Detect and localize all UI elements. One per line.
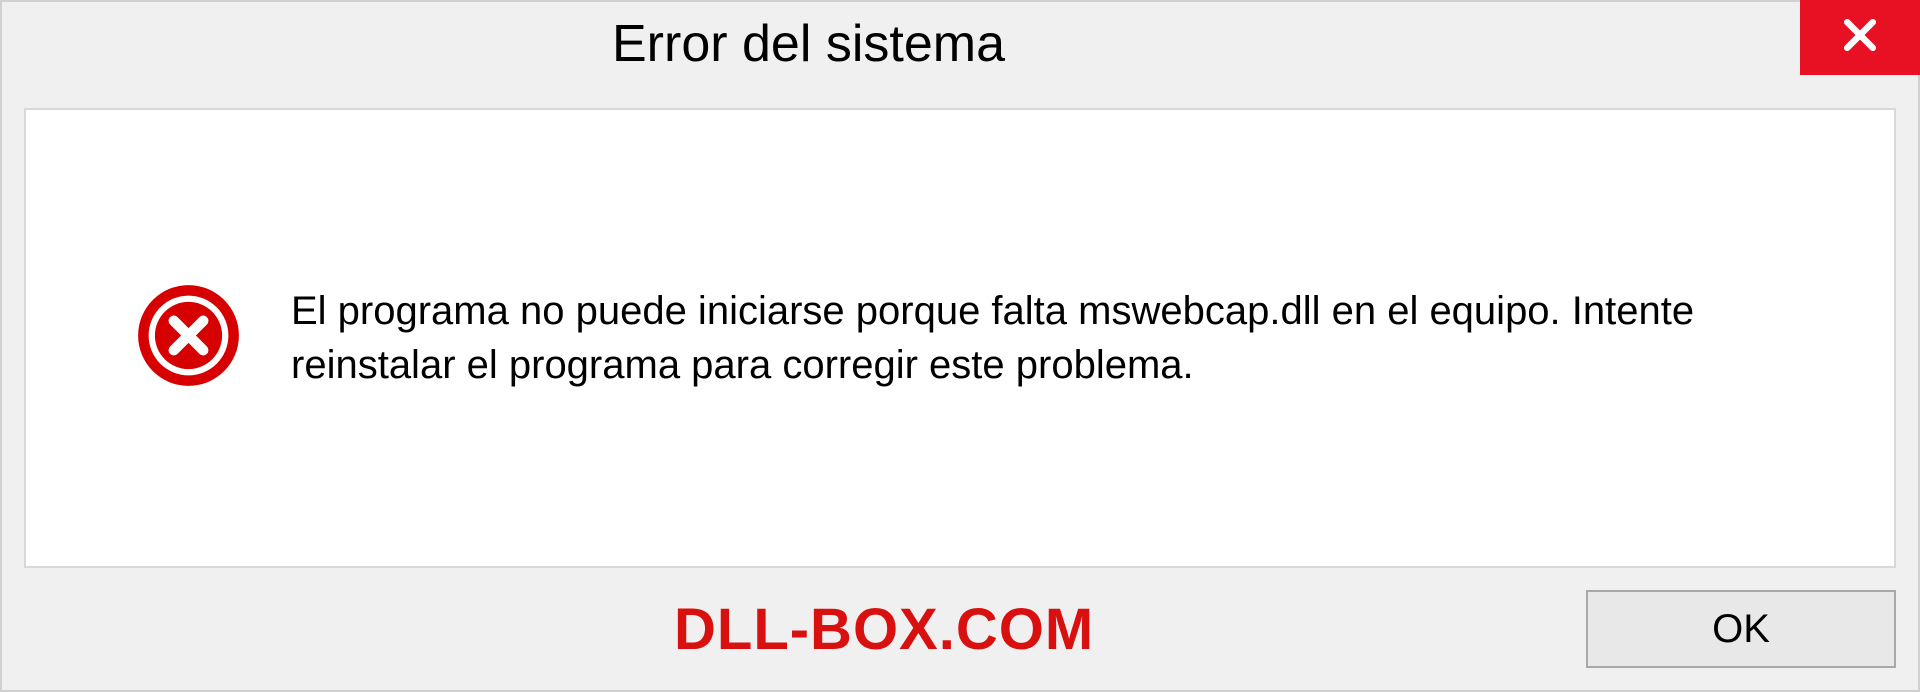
error-message: El programa no puede iniciarse porque fa… <box>291 284 1834 392</box>
close-icon <box>1838 13 1882 62</box>
ok-button[interactable]: OK <box>1586 590 1896 668</box>
ok-button-label: OK <box>1712 607 1770 652</box>
watermark-text: DLL-BOX.COM <box>24 596 1094 663</box>
close-button[interactable] <box>1800 0 1920 75</box>
footer: DLL-BOX.COM OK <box>2 568 1918 690</box>
dialog-title: Error del sistema <box>2 2 1005 74</box>
content-area: El programa no puede iniciarse porque fa… <box>24 108 1896 568</box>
error-dialog: Error del sistema El programa no puede i… <box>0 0 1920 692</box>
titlebar: Error del sistema <box>2 2 1918 92</box>
error-icon <box>136 283 241 393</box>
